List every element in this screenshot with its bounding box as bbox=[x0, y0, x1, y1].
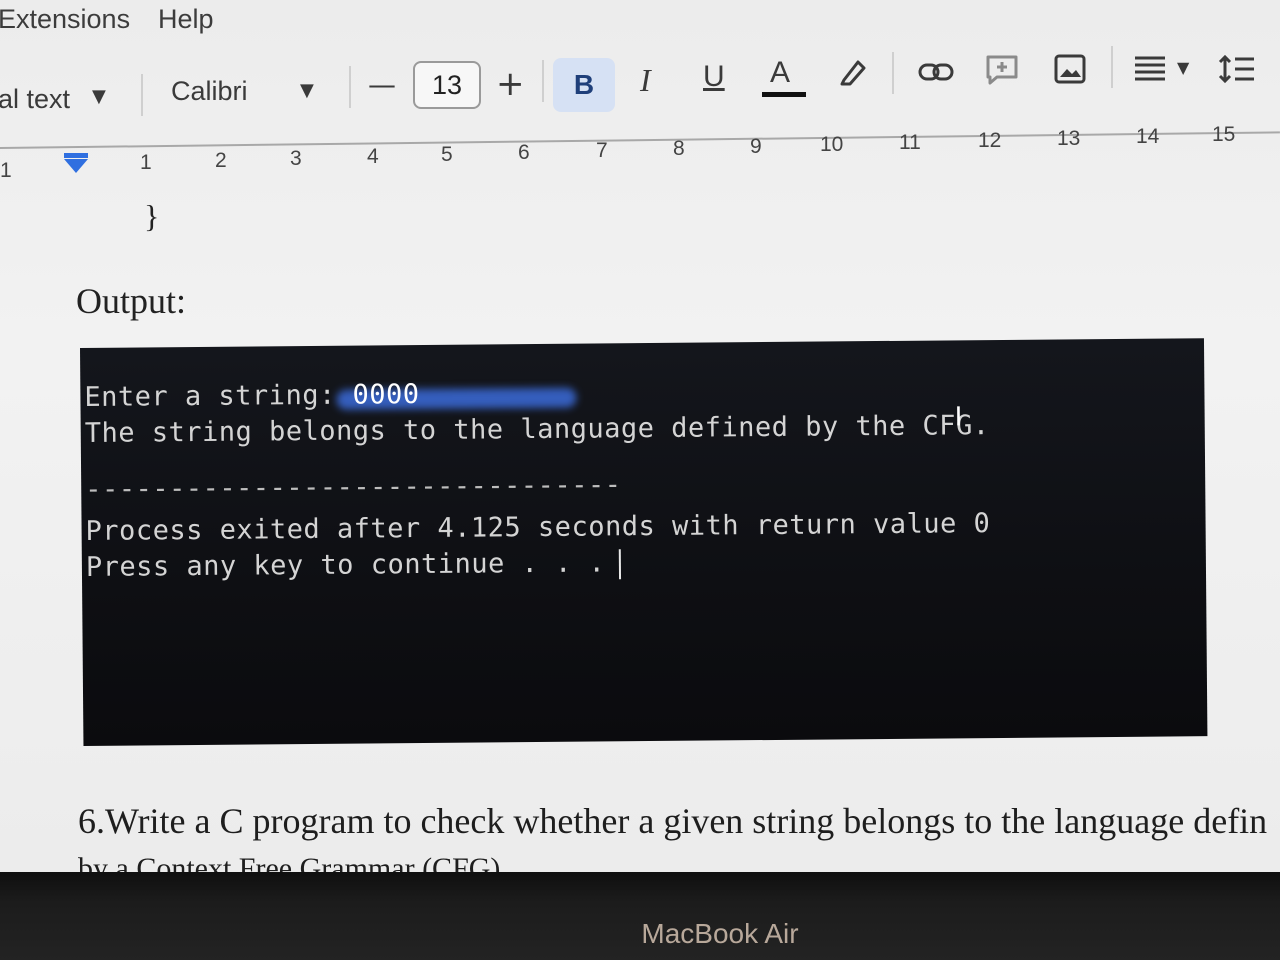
ruler: 1 1 2 3 4 5 6 7 8 9 10 11 12 13 14 15 bbox=[0, 123, 1280, 182]
underline-button[interactable]: U bbox=[703, 60, 725, 94]
input-value: 0000 bbox=[352, 379, 420, 411]
font-size-input[interactable]: 13 bbox=[413, 61, 481, 109]
ruler-number: 15 bbox=[1212, 123, 1236, 146]
toolbar-divider bbox=[892, 52, 894, 94]
terminal-separator: -------------------------------- bbox=[85, 469, 622, 505]
font-family-label: Calibri bbox=[171, 76, 248, 106]
ruler-number: 14 bbox=[1136, 125, 1160, 148]
bold-button[interactable]: B bbox=[553, 58, 615, 112]
ruler-line bbox=[0, 131, 1280, 149]
terminal-line-prompt: Enter a string: 0000 bbox=[84, 379, 419, 413]
output-heading: Output: bbox=[76, 281, 187, 321]
chevron-down-icon: ▼ bbox=[92, 86, 106, 107]
prompt-text: Enter a string: bbox=[84, 379, 353, 413]
terminal-line-result: The string belongs to the language defin… bbox=[84, 410, 990, 449]
ruler-number: 8 bbox=[673, 137, 685, 160]
chevron-down-icon[interactable]: ▼ bbox=[1177, 58, 1189, 77]
i-beam-cursor-icon: I bbox=[954, 402, 963, 433]
ruler-number: 9 bbox=[750, 135, 762, 158]
ruler-number: 2 bbox=[215, 149, 227, 172]
first-line-indent-handle[interactable] bbox=[64, 153, 88, 158]
screen: Extensions Help al text ▼ Calibri ▼ — 13… bbox=[0, 0, 1280, 875]
insert-image-icon[interactable] bbox=[1054, 54, 1086, 84]
ruler-number: 5 bbox=[441, 143, 453, 166]
ruler-number: 3 bbox=[290, 147, 302, 170]
terminal-line-continue: Press any key to continue . . . bbox=[86, 547, 622, 583]
ruler-number: 7 bbox=[596, 139, 608, 162]
toolbar: al text ▼ Calibri ▼ — 13 + B I U A ▼ bbox=[0, 46, 1280, 132]
toolbar-divider bbox=[349, 66, 351, 108]
terminal-line-exit: Process exited after 4.125 seconds with … bbox=[85, 508, 991, 547]
increase-font-size-button[interactable]: + bbox=[496, 64, 525, 104]
question-text: 6.Write a C program to check whether a g… bbox=[78, 801, 1268, 841]
text-cursor bbox=[619, 548, 622, 579]
menu-extensions[interactable]: Extensions bbox=[0, 4, 130, 35]
ruler-number: 12 bbox=[978, 129, 1002, 152]
toolbar-divider bbox=[1111, 46, 1113, 88]
text-color-label: A bbox=[770, 56, 791, 89]
laptop-brand-label: MacBook Air bbox=[641, 918, 799, 949]
ruler-number: 13 bbox=[1057, 127, 1081, 150]
align-justify-icon[interactable] bbox=[1133, 54, 1167, 84]
code-closing-brace: } bbox=[144, 198, 160, 234]
ruler-number: 4 bbox=[367, 145, 379, 168]
toolbar-divider bbox=[542, 60, 544, 102]
ruler-number: 11 bbox=[899, 131, 921, 154]
continue-text: Press any key to continue . . . bbox=[85, 547, 606, 583]
link-icon[interactable] bbox=[918, 60, 954, 84]
add-comment-icon[interactable] bbox=[985, 54, 1019, 86]
ruler-number: 6 bbox=[518, 141, 530, 164]
toolbar-divider bbox=[141, 74, 143, 116]
italic-button[interactable]: I bbox=[640, 62, 651, 99]
terminal-output-image: Enter a string: 0000 The string belongs … bbox=[80, 338, 1208, 746]
menu-help[interactable]: Help bbox=[158, 4, 214, 35]
text-color-swatch bbox=[762, 92, 806, 97]
ruler-number: 10 bbox=[820, 133, 844, 156]
ruler-number: 1 bbox=[0, 159, 12, 182]
line-spacing-icon[interactable] bbox=[1218, 54, 1256, 84]
menu-bar: Extensions Help bbox=[0, 0, 1280, 50]
highlight-pen-icon[interactable] bbox=[836, 54, 870, 88]
style-dropdown-label: al text bbox=[0, 84, 71, 114]
ruler-number: 1 bbox=[140, 151, 152, 174]
decrease-font-size-button[interactable]: — bbox=[368, 68, 396, 101]
left-indent-handle[interactable] bbox=[64, 159, 88, 173]
chevron-down-icon: ▼ bbox=[300, 80, 314, 101]
